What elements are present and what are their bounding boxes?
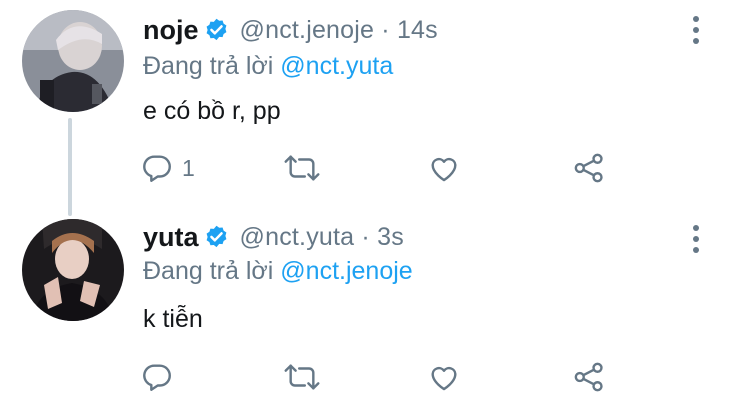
tweet-actions: 1 — [0, 148, 750, 188]
more-vertical-icon[interactable] — [686, 221, 706, 257]
share-icon — [574, 362, 603, 392]
separator-dot: · — [374, 15, 397, 44]
separator-dot: · — [354, 222, 378, 251]
avatar[interactable] — [22, 219, 124, 321]
share-button[interactable] — [572, 148, 606, 188]
like-icon — [431, 366, 457, 391]
reply-count: 1 — [182, 154, 195, 181]
display-name[interactable]: noje — [143, 15, 199, 46]
reply-button[interactable] — [140, 357, 182, 397]
verified-badge-icon — [206, 225, 226, 247]
replying-to: Đang trả lời @nct.yuta — [143, 52, 393, 81]
retweet-icon — [284, 364, 320, 390]
reply-button[interactable]: 1 — [140, 148, 195, 188]
tweet-text: k tiễn — [143, 305, 203, 333]
verified-badge-icon — [206, 18, 226, 40]
replying-to: Đang trả lời @nct.jenoje — [143, 257, 413, 286]
reply-icon — [143, 155, 171, 182]
replying-prefix: Đang trả lời — [143, 52, 274, 80]
timestamp[interactable]: 14s — [397, 16, 438, 45]
replying-prefix: Đang trả lời — [143, 257, 274, 285]
handle[interactable]: @nct.yuta — [240, 223, 355, 252]
timestamp[interactable]: 3s — [377, 223, 404, 252]
more-vertical-icon[interactable] — [686, 12, 706, 48]
retweet-icon — [284, 155, 320, 181]
share-button[interactable] — [572, 357, 606, 397]
like-icon — [431, 157, 457, 182]
share-icon — [574, 153, 603, 183]
tweet[interactable]: yuta @nct.yuta · 3s Đang trả lời @nct.je… — [0, 205, 750, 409]
retweet-button[interactable] — [283, 357, 321, 397]
reply-icon — [143, 364, 171, 391]
display-name[interactable]: yuta — [143, 222, 199, 253]
avatar[interactable] — [22, 10, 124, 112]
retweet-button[interactable] — [283, 148, 321, 188]
tweet-actions — [0, 357, 750, 397]
reply-mention-link[interactable]: @nct.jenoje — [280, 257, 412, 285]
handle[interactable]: @nct.jenoje — [240, 16, 375, 45]
like-button[interactable] — [427, 357, 461, 397]
tweet[interactable]: noje @nct.jenoje · 14s Đang trả lời @nct… — [0, 0, 750, 205]
reply-mention-link[interactable]: @nct.yuta — [280, 52, 393, 80]
like-button[interactable] — [427, 148, 461, 188]
tweet-text: e có bồ r, pp — [143, 97, 281, 125]
